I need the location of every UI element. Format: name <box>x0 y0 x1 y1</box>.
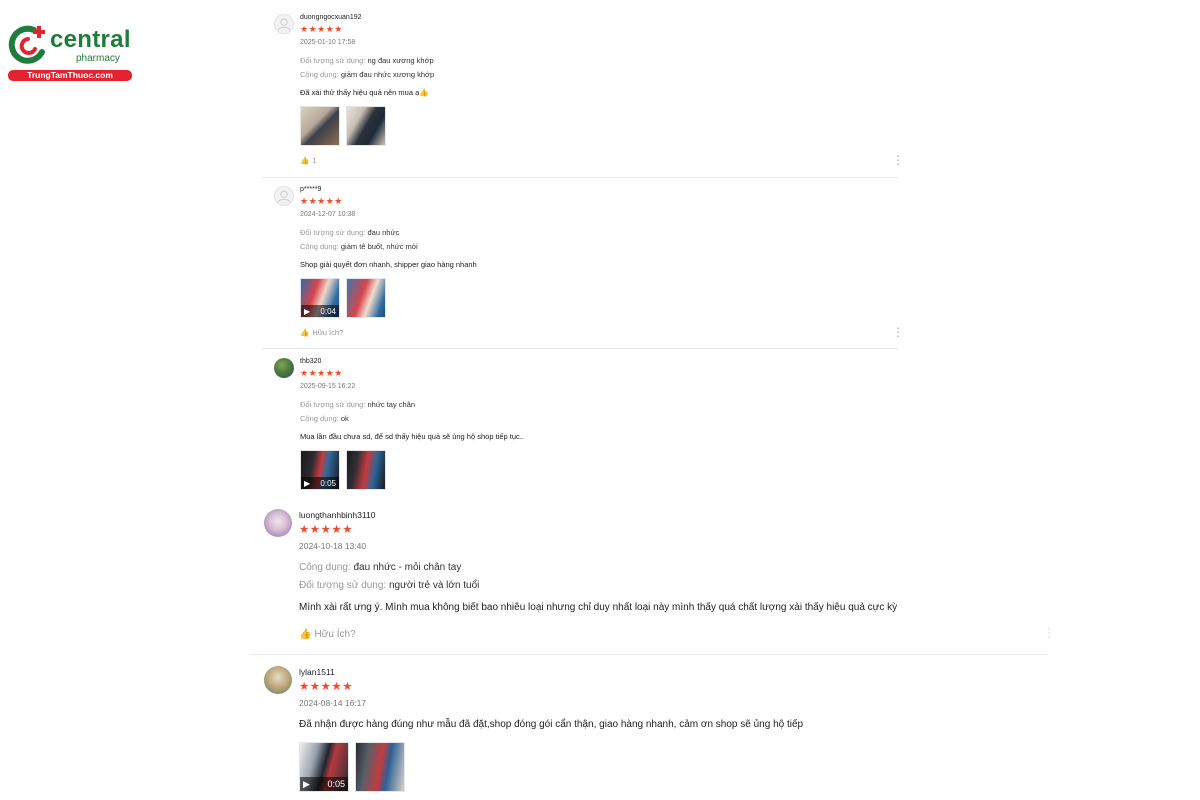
attribute-key: Công dụng: <box>300 242 339 251</box>
star-rating: ★★★★★ <box>300 368 343 378</box>
review-comment: Mình xài rất ưng ý. Mình mua không biết … <box>299 602 898 613</box>
review-username[interactable]: thb320 <box>300 358 321 365</box>
review-date: 2025-01-10 17:58 <box>300 39 356 46</box>
review-attribute: Công dụng: giảm tê buốt, nhức mỏi <box>300 242 418 251</box>
brand-name: central <box>50 26 131 53</box>
review-video[interactable]: ▶ 0:05 <box>299 742 349 792</box>
review-username[interactable]: duongngocxuan192 <box>300 14 362 21</box>
video-duration: 0:05 <box>327 779 345 789</box>
review-date: 2024-08-14 16:17 <box>299 698 367 708</box>
video-duration: 0:05 <box>320 478 336 488</box>
review-attribute: Công dụng: ok <box>300 414 349 423</box>
review-attribute: Đối tượng sử dụng: người trẻ và lớn tuổi <box>299 580 479 591</box>
review-photo[interactable] <box>300 106 340 146</box>
review-date: 2024-12-07 10:38 <box>300 211 356 218</box>
attribute-value: ok <box>340 414 349 423</box>
video-camera-icon: ▶ <box>304 306 311 316</box>
attribute-key: Đối tượng sử dụng: <box>300 400 366 409</box>
review-video[interactable]: ▶ 0:04 <box>300 278 340 318</box>
star-rating: ★★★★★ <box>300 24 343 34</box>
attribute-value: đau nhức <box>367 228 400 237</box>
central-pharmacy-logo-icon <box>8 25 45 64</box>
attribute-key: Đối tượng sử dụng: <box>300 228 366 237</box>
star-rating: ★★★★★ <box>300 196 343 206</box>
video-badge: ▶ 0:05 <box>300 777 348 791</box>
more-options-icon[interactable]: ⋮ <box>1043 627 1055 639</box>
like-button[interactable]: 👍 1 <box>300 156 317 165</box>
review-attribute: Công dụng: giảm đau nhức xương khớp <box>300 70 434 79</box>
review-comment: Mua lần đầu chưa sd, để sd thấy hiệu quả… <box>300 432 524 441</box>
video-duration: 0:04 <box>320 306 336 316</box>
like-button[interactable]: 👍 Hữu Ích? <box>299 629 356 640</box>
review-attribute: Đối tượng sử dụng: đau nhức <box>300 228 399 237</box>
review-username[interactable]: p*****9 <box>300 186 321 193</box>
review-photo[interactable] <box>346 106 386 146</box>
attribute-key: Công dụng: <box>300 414 339 423</box>
attribute-value: người trẻ và lớn tuổi <box>389 580 480 591</box>
more-options-icon[interactable]: ⋮ <box>892 326 904 338</box>
thumbs-up-icon: 👍 <box>300 328 310 337</box>
review-date: 2025-09-15 16:22 <box>300 383 356 390</box>
attribute-value: giảm đau nhức xương khớp <box>340 70 435 79</box>
attribute-value: đau nhức - mỏi chân tay <box>353 562 462 573</box>
review-attribute: Đối tượng sử dụng: nhức tay chân <box>300 400 415 409</box>
like-button[interactable]: 👍 Hữu Ích? <box>300 328 343 337</box>
review-photo[interactable] <box>355 742 405 792</box>
helpful-label: Hữu Ích? <box>312 328 344 337</box>
review-divider <box>250 654 1048 655</box>
default-avatar-icon[interactable] <box>274 14 294 34</box>
helpful-label: Hữu Ích? <box>314 629 356 640</box>
attribute-value: nhức tay chân <box>367 400 416 409</box>
brand-subtitle: pharmacy <box>76 53 120 64</box>
video-badge: ▶ 0:04 <box>301 305 339 317</box>
thumbs-up-icon: 👍 <box>299 629 312 640</box>
attribute-value: ng đau xương khớp <box>367 56 434 65</box>
attribute-key: Công dụng: <box>300 70 339 79</box>
attribute-key: Công dụng: <box>299 562 351 573</box>
review-photo[interactable] <box>346 450 386 490</box>
review-divider <box>262 177 898 178</box>
review-attribute: Đối tượng sử dụng: ng đau xương khớp <box>300 56 434 65</box>
attribute-key: Đối tượng sử dụng: <box>300 56 366 65</box>
video-badge: ▶ 0:05 <box>301 477 339 489</box>
review-divider <box>262 348 898 349</box>
review-date: 2024-10-18 13:40 <box>299 541 367 551</box>
review-attribute: Công dụng: đau nhức - mỏi chân tay <box>299 562 461 573</box>
like-count: 1 <box>312 156 317 165</box>
brand-site[interactable]: TrungTamThuoc.com <box>8 70 132 81</box>
review-photo[interactable] <box>346 278 386 318</box>
page: central pharmacy TrungTamThuoc.com duong… <box>0 0 1200 800</box>
default-avatar-icon[interactable] <box>274 186 294 206</box>
user-avatar[interactable] <box>264 509 292 537</box>
video-camera-icon: ▶ <box>303 778 310 789</box>
review-comment: Đã nhận được hàng đúng như mẫu đã đặt,sh… <box>299 719 804 730</box>
user-avatar[interactable] <box>264 666 292 694</box>
review-video[interactable]: ▶ 0:05 <box>300 450 340 490</box>
review-username[interactable]: lylan1511 <box>299 667 335 677</box>
star-rating: ★★★★★ <box>299 681 354 693</box>
user-avatar[interactable] <box>274 358 294 378</box>
attribute-key: Đối tượng sử dụng: <box>299 580 387 591</box>
brand-logo[interactable]: central pharmacy TrungTamThuoc.com <box>6 22 132 82</box>
review-username[interactable]: luongthanhbinh3110 <box>299 510 375 520</box>
star-rating: ★★★★★ <box>299 524 354 536</box>
more-options-icon[interactable]: ⋮ <box>892 154 904 166</box>
attribute-value: giảm tê buốt, nhức mỏi <box>340 242 418 251</box>
review-comment: Đã xài thử thấy hiệu quả nên mua ạ👍 <box>300 88 429 97</box>
video-camera-icon: ▶ <box>304 478 311 488</box>
thumbs-up-icon: 👍 <box>300 156 310 165</box>
review-comment: Shop giải quyết đơn nhanh, shipper giao … <box>300 260 477 269</box>
